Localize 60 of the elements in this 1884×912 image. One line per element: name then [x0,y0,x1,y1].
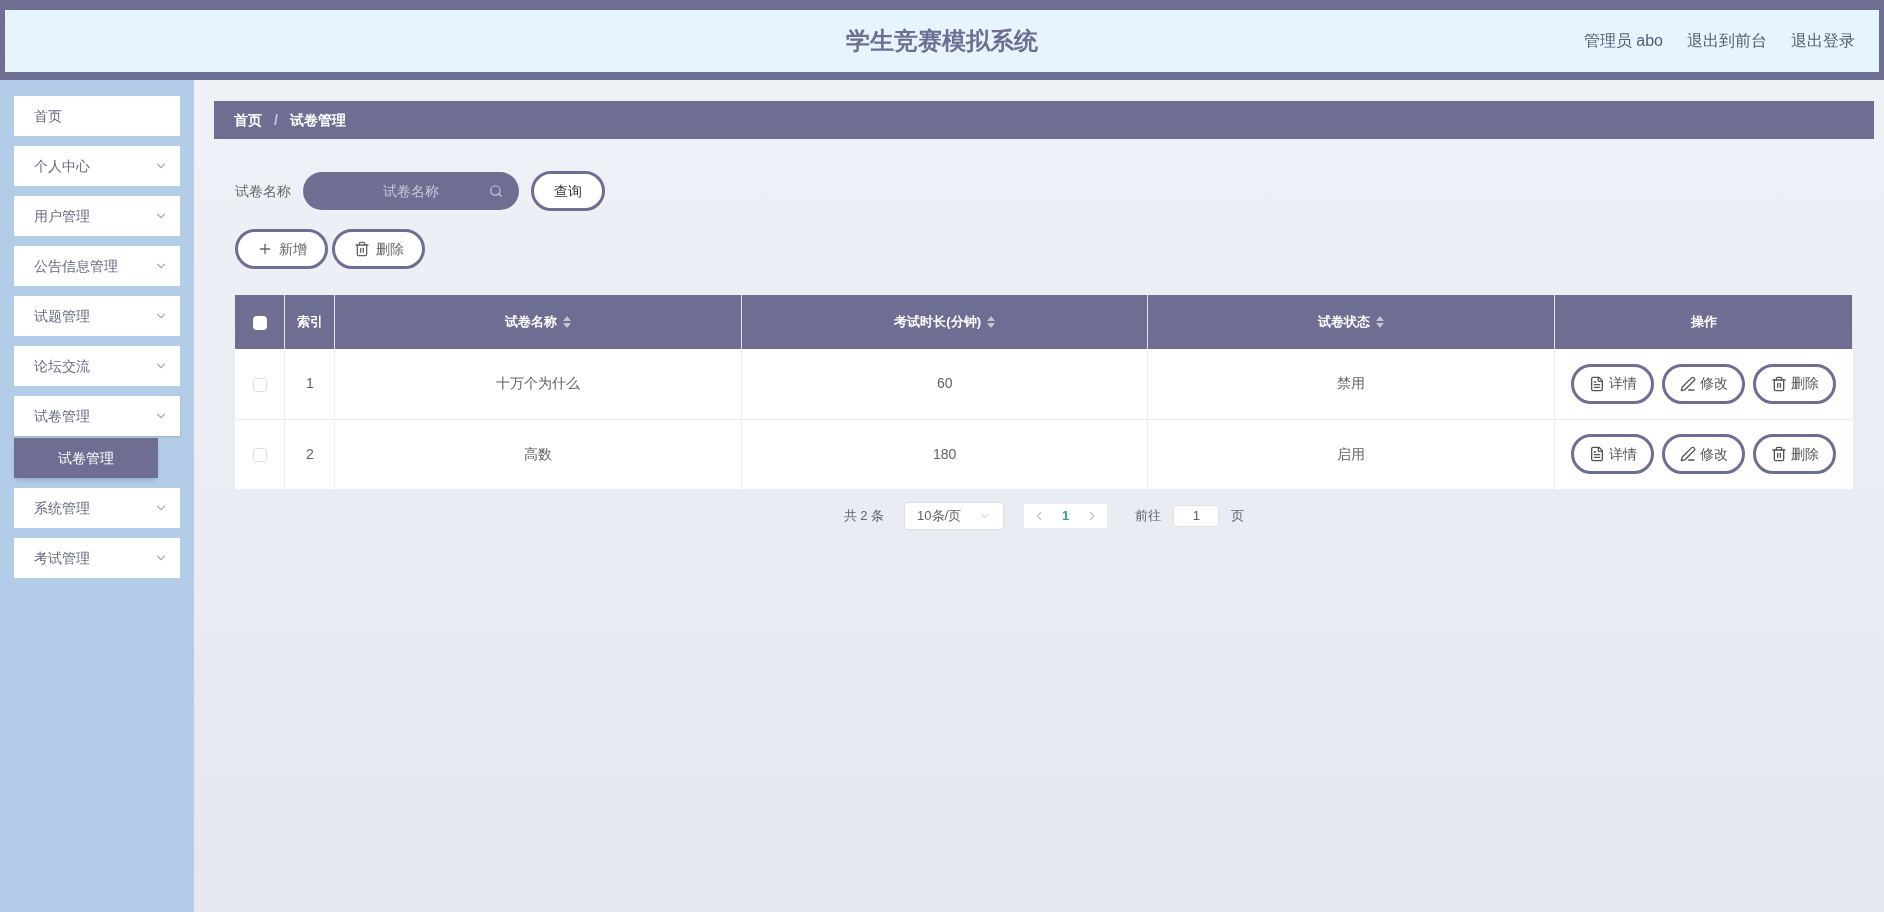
sort-icon [987,316,996,328]
add-button[interactable]: 新增 [235,229,328,269]
document-icon [1588,375,1605,392]
sidebar-item[interactable]: 试卷管理 [14,396,180,436]
sidebar-item[interactable]: 首页 [14,96,180,136]
header-link[interactable]: 退出登录 [1791,29,1855,53]
detail-button[interactable]: 详情 [1571,434,1655,474]
breadcrumb-link[interactable]: 试卷管理 [289,109,346,131]
breadcrumb-link[interactable]: 首页 [234,109,262,131]
app-title: 学生竞赛模拟系统 [846,26,1038,56]
column-header[interactable]: 考试时长(分钟) [741,295,1148,349]
search-label: 试卷名称 [235,181,291,201]
pen-icon [1679,375,1696,392]
search-icon [489,184,503,198]
table-cell: 十万个为什么 [334,349,742,419]
trash-icon [1770,446,1787,462]
column-header: 索引 [284,295,335,349]
page-input[interactable]: 1 [1173,504,1220,527]
delete-button[interactable]: 删除 [1753,434,1837,474]
table-cell: 禁用 [1147,349,1555,419]
trash-icon [353,241,370,257]
table-cell: 180 [741,419,1148,489]
total-count: 共 2 条 [843,506,885,525]
column-header[interactable]: 试卷状态 [1147,295,1555,349]
table-cell: 启用 [1147,419,1555,489]
delete-button[interactable]: 删除 [1753,363,1837,404]
sidebar-item[interactable]: 个人中心 [14,146,180,186]
table-cell: 高数 [334,419,742,489]
header-link[interactable]: 管理员 abo [1583,29,1663,53]
header-link[interactable]: 退出到前台 [1687,29,1767,53]
sidebar-item[interactable]: 试题管理 [14,296,180,336]
document-icon [1588,446,1605,462]
search-field[interactable]: 试卷名称 [303,172,519,210]
detail-button[interactable]: 详情 [1571,363,1655,404]
header-checkbox[interactable] [252,315,267,330]
edit-button[interactable]: 修改 [1662,434,1746,474]
sort-icon [563,316,572,328]
sidebar-item[interactable]: 论坛交流 [14,346,180,386]
column-header[interactable]: 试卷名称 [334,295,742,349]
breadcrumb-separator: / [274,110,278,130]
trash-icon [1770,375,1787,392]
sort-icon [1376,316,1385,328]
goto-label: 前往 [1135,506,1162,525]
delete-button[interactable]: 删除 [332,229,425,269]
sidebar-item[interactable]: 用户管理 [14,196,180,236]
table-cell: 60 [741,349,1148,419]
table-cell: 2 [284,419,335,489]
row-checkbox[interactable] [252,447,267,462]
edit-button[interactable]: 修改 [1662,363,1746,404]
sidebar-item[interactable]: 公告信息管理 [14,246,180,286]
sidebar-item[interactable]: 系统管理 [14,488,180,528]
column-header: 操作 [1554,295,1853,349]
row-checkbox[interactable] [252,377,267,392]
page-size-select[interactable]: 10条/页 [904,501,1005,530]
table-cell: 1 [284,349,335,419]
submenu-item[interactable]: 试卷管理 [14,438,158,478]
goto-suffix: 页 [1231,506,1245,525]
pen-icon [1679,446,1696,462]
sidebar-item[interactable]: 考试管理 [14,538,180,578]
search-button[interactable]: 查询 [531,171,605,211]
